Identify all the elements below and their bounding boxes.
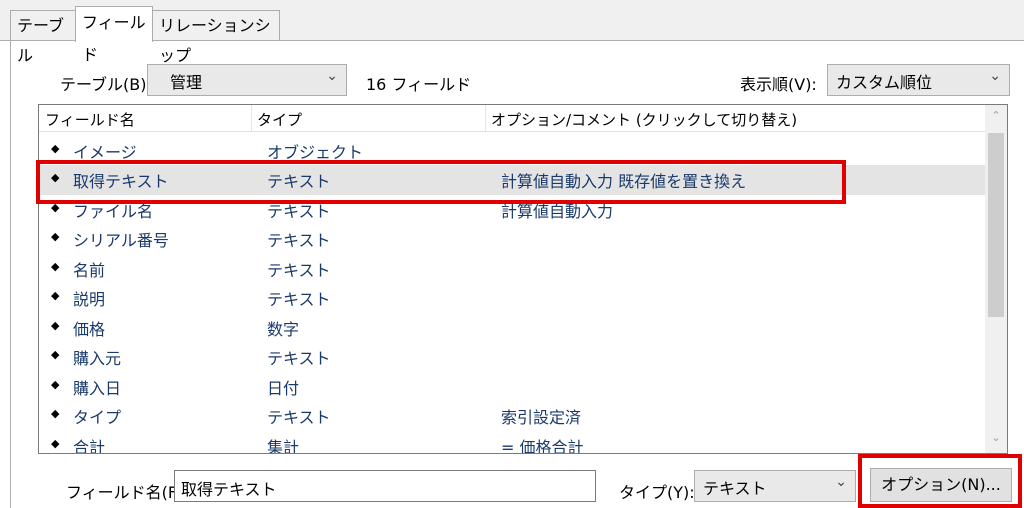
table-label: テーブル(B):	[60, 75, 152, 94]
field-name: 購入元	[73, 349, 122, 368]
field-name-input-value: 取得テキスト	[181, 480, 277, 499]
field-row[interactable]: ◆ 説明 テキスト	[39, 283, 985, 313]
field-type: 数字	[267, 320, 300, 339]
column-header-name[interactable]: フィールド名	[45, 109, 135, 130]
chevron-down-icon: ⌄	[989, 68, 1001, 84]
table-select[interactable]: 管理 ⌄	[147, 64, 347, 96]
panel-border-left	[10, 40, 11, 508]
field-row[interactable]: ◆ シリアル番号 テキスト	[39, 224, 985, 254]
field-type: 集計	[267, 438, 300, 454]
type-label: タイプ(Y):	[619, 483, 695, 502]
highlight-box-row	[36, 160, 846, 204]
tab-tables[interactable]: テーブル	[10, 10, 76, 65]
scroll-down-icon[interactable]: ⌄	[985, 431, 1007, 444]
column-divider[interactable]	[485, 105, 486, 131]
field-list[interactable]: フィールド名 タイプ オプション/コメント (クリックして切り替え) ◆ イメー…	[38, 104, 1008, 454]
scroll-up-icon[interactable]: ⌃	[985, 109, 1007, 122]
field-row[interactable]: ◆ 価格 数字	[39, 313, 985, 343]
order-label: 表示順(V):	[740, 75, 817, 94]
drag-handle-icon[interactable]: ◆	[51, 142, 59, 155]
scrollbar-thumb[interactable]	[988, 133, 1004, 317]
type-select[interactable]: テキスト ⌄	[694, 470, 856, 502]
field-row[interactable]: ◆ 名前 テキスト	[39, 254, 985, 284]
order-select-value: カスタム順位	[836, 73, 933, 92]
field-type: テキスト	[267, 290, 331, 309]
field-name: 購入日	[73, 379, 122, 398]
drag-handle-icon[interactable]: ◆	[51, 260, 59, 273]
drag-handle-icon[interactable]: ◆	[51, 348, 59, 361]
field-row[interactable]: ◆ 合計 集計 = 価格合計	[39, 431, 985, 454]
field-row[interactable]: ◆ 購入元 テキスト	[39, 342, 985, 372]
field-name-label: フィールド名(F):	[66, 483, 189, 502]
column-header-options[interactable]: オプション/コメント (クリックして切り替え)	[491, 109, 797, 130]
options-button[interactable]: オプション(N)...	[870, 468, 1012, 502]
drag-handle-icon[interactable]: ◆	[51, 437, 59, 450]
type-select-value: テキスト	[703, 479, 767, 498]
field-row[interactable]: ◆ 購入日 日付	[39, 372, 985, 402]
field-type: テキスト	[267, 408, 331, 427]
field-type: テキスト	[267, 261, 331, 280]
column-divider[interactable]	[251, 105, 252, 131]
panel-border	[0, 40, 1024, 41]
drag-handle-icon[interactable]: ◆	[51, 319, 59, 332]
field-name-input[interactable]: 取得テキスト	[174, 470, 596, 502]
tab-relationships[interactable]: リレーションシップ	[152, 10, 280, 65]
chevron-down-icon: ⌄	[835, 474, 847, 490]
drag-handle-icon[interactable]: ◆	[51, 407, 59, 420]
field-name: シリアル番号	[73, 231, 169, 250]
field-name: 合計	[73, 438, 106, 454]
list-header: フィールド名 タイプ オプション/コメント (クリックして切り替え)	[39, 105, 985, 132]
tab-fields[interactable]: フィールド	[75, 6, 153, 64]
order-select[interactable]: カスタム順位 ⌄	[827, 64, 1010, 96]
field-type: 日付	[267, 379, 300, 398]
field-name: 名前	[73, 261, 106, 280]
vertical-scrollbar[interactable]: ⌃ ⌄	[985, 105, 1007, 453]
field-row[interactable]: ◆ タイプ テキスト 索引設定済	[39, 401, 985, 431]
field-name: 説明	[73, 290, 106, 309]
table-select-value: 管理	[170, 73, 203, 92]
field-options: 索引設定済	[501, 408, 582, 427]
drag-handle-icon[interactable]: ◆	[51, 230, 59, 243]
drag-handle-icon[interactable]: ◆	[51, 289, 59, 302]
field-count: 16 フィールド	[366, 75, 472, 94]
column-header-type[interactable]: タイプ	[257, 109, 302, 130]
field-name: タイプ	[73, 408, 122, 427]
drag-handle-icon[interactable]: ◆	[51, 378, 59, 391]
field-type: テキスト	[267, 231, 331, 250]
chevron-down-icon: ⌄	[326, 68, 338, 84]
field-name: 価格	[73, 320, 106, 339]
field-options: = 価格合計	[501, 438, 584, 454]
field-type: テキスト	[267, 349, 331, 368]
